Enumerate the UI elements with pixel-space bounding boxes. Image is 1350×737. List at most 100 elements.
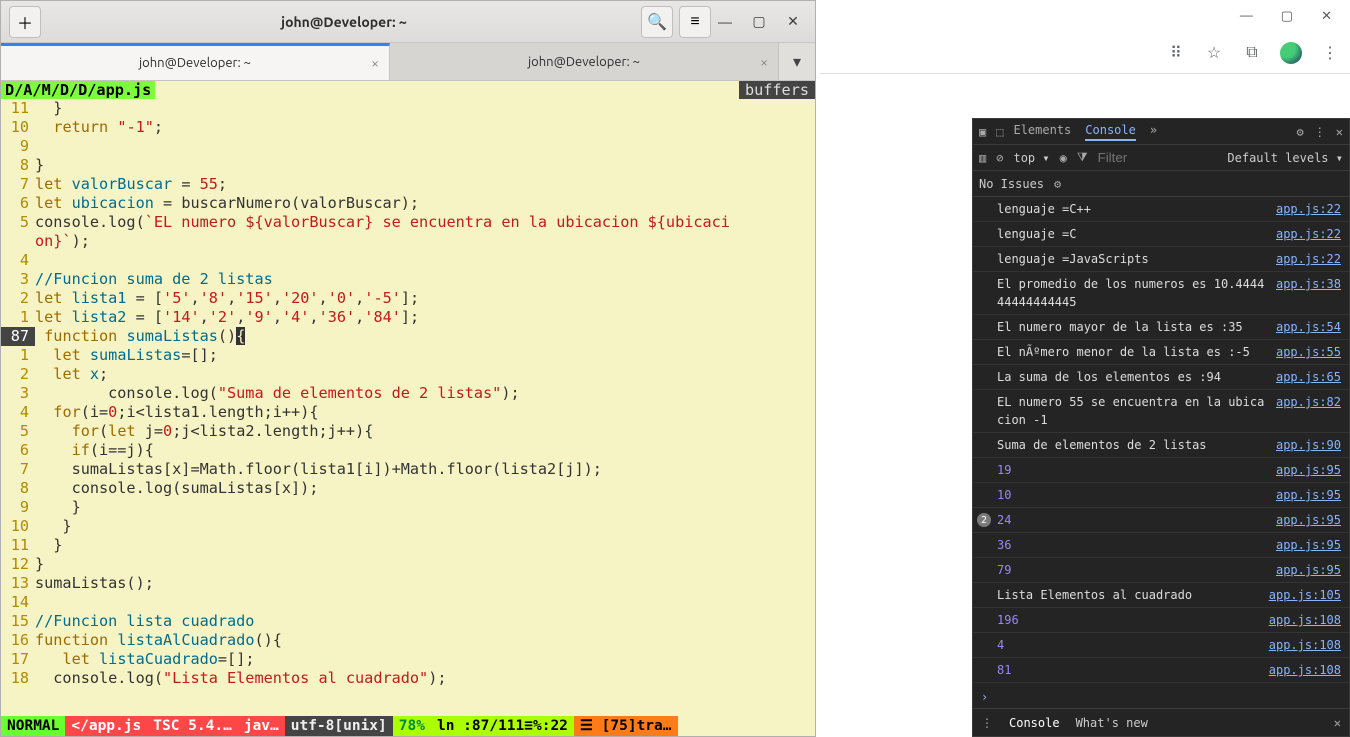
console-log-line[interactable]: lenguaje =C++app.js:22: [973, 197, 1349, 222]
terminal-tab[interactable]: john@Developer: ~ ×: [390, 43, 779, 80]
log-source-link[interactable]: app.js:22: [1268, 225, 1341, 243]
code-line[interactable]: let listaCuadrado=[];: [35, 650, 254, 669]
code-line[interactable]: //Funcion suma de 2 listas: [35, 270, 273, 289]
log-source-link[interactable]: app.js:95: [1268, 486, 1341, 504]
code-line[interactable]: function sumaListas(){: [35, 327, 245, 346]
console-prompt[interactable]: ›: [973, 686, 1349, 708]
console-log-line[interactable]: Suma de elementos de 2 listasapp.js:90: [973, 433, 1349, 458]
more-tabs-icon[interactable]: »: [1150, 123, 1157, 141]
code-line[interactable]: }: [35, 517, 72, 536]
code-line[interactable]: }: [35, 156, 44, 175]
console-log-line[interactable]: lenguaje =JavaScriptsapp.js:22: [973, 247, 1349, 272]
code-line[interactable]: for(i=0;i<lista1.length;i++){: [35, 403, 319, 422]
code-line[interactable]: console.log(`EL numero ${valorBuscar} se…: [35, 213, 730, 232]
drawer-tab-whatsnew[interactable]: What's new: [1076, 716, 1148, 730]
code-line[interactable]: return "-1";: [35, 118, 163, 137]
console-log-line[interactable]: 19app.js:95: [973, 458, 1349, 483]
translate-icon[interactable]: ⠿: [1166, 43, 1186, 63]
console-log-line[interactable]: EL numero 55 se encuentra en la ubicacio…: [973, 390, 1349, 433]
console-log-line[interactable]: 196app.js:108: [973, 608, 1349, 633]
close-icon[interactable]: ✕: [1321, 9, 1332, 24]
log-source-link[interactable]: app.js:22: [1268, 250, 1341, 268]
code-line[interactable]: }: [35, 555, 44, 574]
code-line[interactable]: let lista2 = ['14','2','9','4','36','84'…: [35, 308, 419, 327]
new-tab-button[interactable]: ＋: [9, 6, 41, 38]
console-log-line[interactable]: 81app.js:108: [973, 658, 1349, 683]
search-button[interactable]: 🔍: [641, 6, 673, 38]
code-line[interactable]: on}`);: [35, 232, 90, 251]
log-source-link[interactable]: app.js:108: [1261, 611, 1341, 629]
kebab-icon[interactable]: ⋮: [1314, 125, 1326, 139]
console-log-line[interactable]: 36app.js:95: [973, 533, 1349, 558]
bookmark-icon[interactable]: ☆: [1204, 43, 1224, 63]
log-source-link[interactable]: app.js:54: [1268, 318, 1341, 336]
log-source-link[interactable]: app.js:95: [1268, 536, 1341, 554]
console-log-line[interactable]: 224app.js:95: [973, 508, 1349, 533]
log-levels-selector[interactable]: Default levels ▾: [1227, 151, 1343, 165]
log-source-link[interactable]: app.js:95: [1268, 561, 1341, 579]
code-line[interactable]: function listaAlCuadrado(){: [35, 631, 282, 650]
drawer-close-icon[interactable]: ✕: [1334, 716, 1341, 730]
code-line[interactable]: }: [35, 498, 81, 517]
drawer-kebab-icon[interactable]: ⋮: [981, 716, 993, 730]
avatar[interactable]: [1280, 42, 1302, 64]
drawer-tab-console[interactable]: Console: [1009, 716, 1060, 730]
console-log-line[interactable]: Lista Elementos al cuadradoapp.js:105: [973, 583, 1349, 608]
console-log-line[interactable]: 16app.js:108: [973, 683, 1349, 686]
code-line[interactable]: let x;: [35, 365, 108, 384]
code-line[interactable]: sumaListas();: [35, 574, 154, 593]
sidebar-toggle-icon[interactable]: ▥: [979, 151, 986, 165]
code-line[interactable]: sumaListas[x]=Math.floor(lista1[i])+Math…: [35, 460, 602, 479]
log-source-link[interactable]: app.js:90: [1268, 436, 1341, 454]
minimize-icon[interactable]: —: [717, 14, 733, 30]
console-log-line[interactable]: lenguaje =Capp.js:22: [973, 222, 1349, 247]
context-selector[interactable]: top ▾: [1013, 151, 1049, 165]
devtools-close-icon[interactable]: ✕: [1336, 125, 1343, 139]
log-source-link[interactable]: app.js:95: [1268, 511, 1341, 529]
code-line[interactable]: let lista1 = ['5','8','15','20','0','-5'…: [35, 289, 419, 308]
tab-console[interactable]: Console: [1085, 123, 1136, 141]
maximize-icon[interactable]: ▢: [1281, 9, 1293, 24]
log-source-link[interactable]: app.js:108: [1261, 636, 1341, 654]
log-source-link[interactable]: app.js:95: [1268, 461, 1341, 479]
tab-close-icon[interactable]: ×: [371, 55, 379, 71]
console-log-line[interactable]: 79app.js:95: [973, 558, 1349, 583]
log-source-link[interactable]: app.js:22: [1268, 200, 1341, 218]
log-source-link[interactable]: app.js:65: [1268, 368, 1341, 386]
code-line[interactable]: if(i==j){: [35, 441, 154, 460]
live-expression-icon[interactable]: ◉: [1060, 151, 1067, 165]
code-line[interactable]: for(let j=0;j<lista2.length;j++){: [35, 422, 373, 441]
code-line[interactable]: }: [35, 536, 62, 555]
code-line[interactable]: let ubicacion = buscarNumero(valorBuscar…: [35, 194, 419, 213]
console-log-line[interactable]: El numero mayor de la lista es :35app.js…: [973, 315, 1349, 340]
minimize-icon[interactable]: —: [1240, 9, 1253, 23]
console-output[interactable]: lenguaje =C++app.js:22lenguaje =Capp.js:…: [973, 197, 1349, 686]
maximize-icon[interactable]: ▢: [751, 13, 767, 30]
log-source-link[interactable]: app.js:82: [1268, 393, 1341, 429]
console-log-line[interactable]: El nÃºmero menor de la lista es :-5app.j…: [973, 340, 1349, 365]
code-line[interactable]: }: [35, 99, 62, 118]
code-line[interactable]: console.log("Lista Elementos al cuadrado…: [35, 669, 446, 688]
log-source-link[interactable]: app.js:108: [1261, 661, 1341, 679]
console-log-line[interactable]: La suma de los elementos es :94app.js:65: [973, 365, 1349, 390]
code-line[interactable]: //Funcion lista cuadrado: [35, 612, 254, 631]
log-source-link[interactable]: app.js:105: [1261, 586, 1341, 604]
console-log-line[interactable]: 4app.js:108: [973, 633, 1349, 658]
device-icon[interactable]: ⬚: [996, 125, 1003, 139]
clear-console-icon[interactable]: ⊘: [996, 151, 1003, 165]
close-icon[interactable]: ✕: [785, 13, 801, 30]
code-line[interactable]: let valorBuscar = 55;: [35, 175, 227, 194]
code-line[interactable]: console.log("Suma de elementos de 2 list…: [35, 384, 520, 403]
hamburger-menu[interactable]: ≡: [679, 6, 711, 38]
terminal-tab[interactable]: john@Developer: ~ ×: [1, 43, 390, 80]
extensions-icon[interactable]: ⧉: [1242, 43, 1262, 63]
log-source-link[interactable]: app.js:38: [1268, 275, 1341, 311]
console-log-line[interactable]: 10app.js:95: [973, 483, 1349, 508]
vim-editor[interactable]: D/A/M/D/D/app.js buffers 11 }10 return "…: [1, 81, 815, 736]
code-line[interactable]: console.log(sumaListas[x]);: [35, 479, 318, 498]
inspect-icon[interactable]: ▣: [979, 125, 986, 139]
code-line[interactable]: let sumaListas=[];: [35, 346, 218, 365]
kebab-menu-icon[interactable]: ⋮: [1320, 43, 1340, 63]
vim-code-area[interactable]: 11 }10 return "-1";98}7let valorBuscar =…: [1, 99, 815, 716]
tab-dropdown-icon[interactable]: ▾: [779, 43, 815, 80]
